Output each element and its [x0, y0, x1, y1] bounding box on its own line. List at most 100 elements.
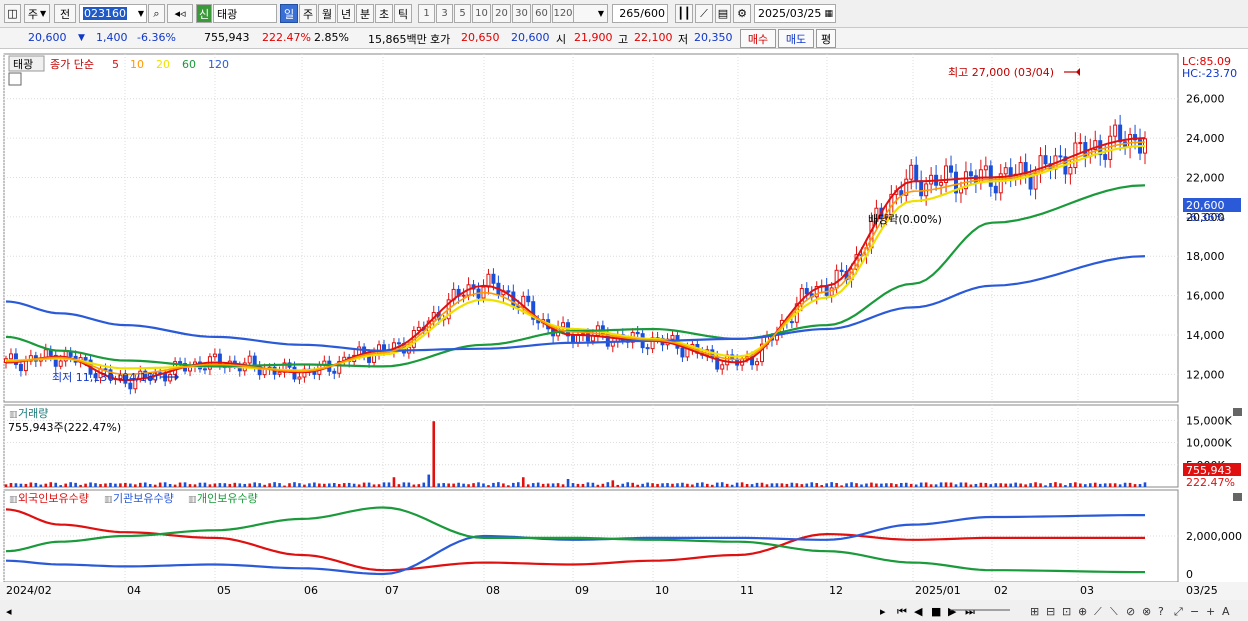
volume-bar: [288, 483, 291, 487]
volume-bar: [1034, 482, 1037, 487]
ma-legend-5: 5: [112, 58, 119, 71]
x-tick-label: 10: [655, 584, 669, 597]
panel-close-icon[interactable]: [1233, 408, 1242, 416]
interval-select[interactable]: ▼: [572, 4, 608, 23]
candle: [506, 290, 511, 293]
volume-bar: [402, 482, 406, 487]
search-icon[interactable]: ⌕: [148, 4, 165, 23]
volume-bar: [367, 482, 371, 487]
volume-bar: [750, 484, 754, 487]
volume-bar: [556, 483, 560, 487]
stock-code-value: 023160: [83, 7, 127, 20]
volume-bar: [323, 483, 326, 487]
candle-icon[interactable]: ┃┃: [675, 4, 693, 23]
period-4[interactable]: 분: [356, 4, 374, 23]
stock-code-input[interactable]: 023160 ▼: [79, 4, 147, 23]
date-input[interactable]: 2025/03/25 ▦: [754, 4, 836, 23]
sell-button[interactable]: 매도: [778, 29, 814, 48]
holdings-legend-1: 기관보유수량: [113, 492, 174, 505]
holdings-legend-2: 개인보유수량: [197, 492, 258, 505]
volume-bar: [840, 485, 843, 487]
interval-60[interactable]: 60: [532, 4, 551, 23]
volume-bar: [785, 483, 789, 487]
candle: [1043, 155, 1048, 165]
stock-name-field[interactable]: 태광: [213, 4, 277, 23]
period-0[interactable]: 일: [280, 4, 298, 23]
layout-icon[interactable]: ◫: [4, 4, 21, 23]
interval-120[interactable]: 120: [552, 4, 574, 23]
dividend-annotation: 배당락(0.00%): [868, 213, 942, 226]
volume-bar: [497, 482, 500, 487]
ma-title: 종가 단순: [50, 58, 94, 71]
volume-bar: [1113, 483, 1117, 487]
period-3[interactable]: 년: [337, 4, 355, 23]
legend-marker-icon: ▥: [104, 495, 113, 505]
save-icon[interactable]: ▤: [715, 4, 731, 23]
mode-select[interactable]: 주 ▼: [24, 4, 50, 23]
volume-bar: [188, 484, 192, 487]
candle: [839, 269, 844, 273]
volume-bar: [19, 483, 23, 487]
volume-bar: [1074, 482, 1077, 487]
prev-button[interactable]: 전: [54, 4, 76, 23]
scroll-left-icon: ◂: [6, 605, 12, 618]
period-6[interactable]: 틱: [394, 4, 412, 23]
volume-bar: [1098, 483, 1102, 487]
period-5[interactable]: 초: [375, 4, 393, 23]
volume-bar: [536, 482, 540, 487]
volume-bar: [1103, 483, 1107, 487]
y-tick-label: 24,000: [1186, 132, 1225, 145]
volume-bar: [999, 483, 1003, 487]
volume-bar: [621, 483, 625, 487]
high-annotation: 최고 27,000 (03/04): [948, 66, 1054, 79]
interval-10[interactable]: 10: [472, 4, 491, 23]
stock-chart[interactable]: 26,00024,00022,00020,00018,00016,00014,0…: [0, 49, 1248, 621]
x-tick-label: 12: [829, 584, 843, 597]
price-panel: [3, 53, 1179, 403]
volume-bar: [347, 482, 351, 487]
interval-20[interactable]: 20: [492, 4, 511, 23]
period-1[interactable]: 주: [299, 4, 317, 23]
volume-bar: [566, 479, 570, 487]
eval-button[interactable]: 평: [816, 29, 836, 48]
volume-bar: [397, 484, 401, 487]
volume-bar: [467, 484, 470, 487]
volume-tick-label: 10,000K: [1186, 437, 1232, 450]
candle: [968, 171, 973, 177]
interval-30[interactable]: 30: [512, 4, 531, 23]
volume-bar: [84, 483, 87, 487]
scroll-bar[interactable]: [0, 600, 1248, 621]
volume-bar: [581, 483, 585, 487]
volume-bar: [939, 482, 943, 487]
chart-area[interactable]: 26,000 24,000 22,000 20,000 18,000 16,000 14,0…: [0, 49, 1248, 621]
volume-bar: [546, 483, 550, 487]
buy-button[interactable]: 매수: [740, 29, 776, 48]
volume-bar: [482, 483, 485, 487]
volume-bar: [830, 482, 833, 487]
count-input[interactable]: 265/600: [612, 4, 668, 23]
candle: [1103, 154, 1108, 160]
x-tick-label: 11: [740, 584, 754, 597]
interval-1[interactable]: 1: [418, 4, 435, 23]
panel-close-icon[interactable]: [1233, 493, 1242, 501]
table-icon[interactable]: [8, 72, 22, 86]
interval-5[interactable]: 5: [454, 4, 471, 23]
legend-marker-icon: ▥: [9, 495, 18, 505]
line-tool-icon[interactable]: ⟋: [695, 4, 713, 23]
interval-3[interactable]: 3: [436, 4, 453, 23]
candle: [919, 180, 924, 197]
volume-bar: [258, 483, 261, 487]
period-2[interactable]: 월: [318, 4, 336, 23]
volume-bar: [994, 483, 998, 487]
candle: [252, 355, 257, 367]
bid-value: 20,600: [511, 31, 550, 44]
ma-legend-10: 10: [130, 58, 144, 71]
volume-value: 755,943: [204, 31, 250, 44]
gear-icon[interactable]: ⚙: [733, 4, 751, 23]
ma-legend-60: 60: [182, 58, 196, 71]
volume-bar: [641, 483, 644, 487]
candle: [262, 368, 267, 376]
volume-bar: [1133, 484, 1137, 487]
speaker-icon[interactable]: ◂◃: [167, 4, 193, 23]
volume-bar: [561, 484, 565, 487]
